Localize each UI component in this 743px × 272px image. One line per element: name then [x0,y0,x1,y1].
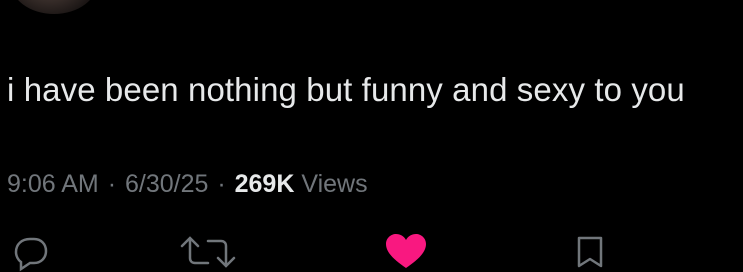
tweet-date[interactable]: 6/30/25 [125,170,208,198]
retweet-button[interactable] [178,232,238,272]
views-label[interactable]: Views [301,170,367,198]
views-count[interactable]: 269K [235,170,295,198]
retweet-icon [178,232,238,272]
bookmark-icon [570,232,610,272]
meta-separator: · [217,170,226,198]
tweet-actions [0,232,743,272]
like-button[interactable] [384,232,428,272]
tweet-meta: 9:06 AM · 6/30/25 · 269K Views [7,168,368,200]
tweet-text: i have been nothing but funny and sexy t… [7,71,685,108]
reply-button[interactable] [10,232,50,272]
reply-icon [10,232,50,272]
heart-icon [384,232,428,272]
avatar[interactable] [10,0,98,14]
meta-separator: · [107,170,117,198]
bookmark-button[interactable] [570,232,610,272]
tweet-time[interactable]: 9:06 AM [7,170,99,198]
